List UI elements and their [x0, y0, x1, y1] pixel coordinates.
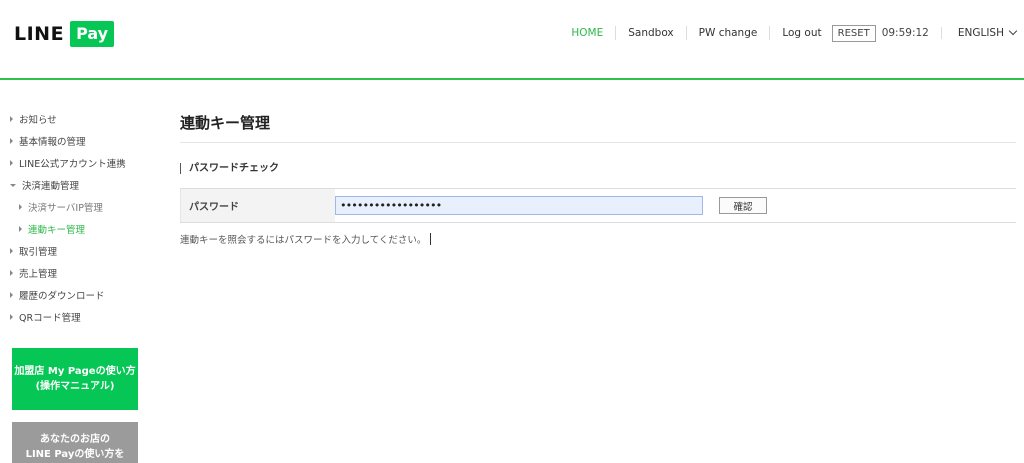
chevron-down-icon — [1008, 26, 1018, 36]
sidebar-item-sales[interactable]: 売上管理 — [10, 262, 150, 284]
sidebar-item-basic-info[interactable]: 基本情報の管理 — [10, 130, 150, 152]
manual-banner-line1: 加盟店 My Pageの使い方 — [14, 366, 136, 377]
triangle-right-icon — [10, 248, 13, 254]
help-text-row: 連動キーを照会するにはパスワードを入力してください。 — [180, 232, 1016, 246]
usage-guide-banner[interactable]: あなたのお店の LINE Payの使い方を — [12, 422, 138, 463]
session-reset-button[interactable]: RESET — [831, 24, 876, 42]
sidebar-item-label: QRコード管理 — [19, 313, 81, 324]
nav-pw-change-link[interactable]: PW change — [685, 26, 770, 40]
sidebar-item-history-download[interactable]: 履歴のダウンロード — [10, 284, 150, 306]
usage-guide-line2: LINE Payの使い方を — [25, 449, 125, 460]
triangle-right-icon — [10, 270, 13, 276]
sidebar-item-label: 取引管理 — [19, 247, 58, 258]
triangle-right-icon — [10, 160, 13, 166]
sidebar-menu: お知らせ 基本情報の管理 LINE公式アカウント連携 決済連動管理 決済サーバI… — [10, 108, 150, 328]
sidebar-item-label: 履歴のダウンロード — [19, 291, 105, 302]
sidebar-item-qr-code[interactable]: QRコード管理 — [10, 306, 150, 328]
triangle-right-icon — [10, 292, 13, 298]
sidebar-item-label: 決済サーバIP管理 — [28, 203, 103, 214]
sidebar-item-label: LINE公式アカウント連携 — [19, 159, 126, 170]
sidebar-item-transactions[interactable]: 取引管理 — [10, 240, 150, 262]
page-title: 連動キー管理 — [180, 112, 1016, 143]
sidebar-item-label: お知らせ — [19, 115, 57, 126]
triangle-right-icon — [10, 314, 13, 320]
top-nav: HOME Sandbox PW change Log out RESET 09:… — [559, 22, 1018, 44]
usage-guide-line1: あなたのお店の — [40, 434, 110, 445]
triangle-right-icon — [19, 226, 22, 232]
triangle-right-icon — [10, 138, 13, 144]
nav-sandbox-link[interactable]: Sandbox — [615, 26, 685, 40]
sidebar-item-line-official-account[interactable]: LINE公式アカウント連携 — [10, 152, 150, 174]
line-pay-logo[interactable]: LINE Pay — [14, 21, 115, 47]
sidebar-item-label: 基本情報の管理 — [19, 137, 86, 148]
main-content: 連動キー管理 パスワードチェック パスワード 確認 連動キーを照会するにはパスワ… — [180, 112, 1016, 246]
password-label: パスワード — [180, 189, 335, 222]
password-input[interactable] — [335, 196, 703, 215]
nav-logout-link[interactable]: Log out — [769, 26, 822, 40]
password-form-row: パスワード 確認 — [180, 188, 1016, 223]
language-label: ENGLISH — [957, 27, 1004, 39]
password-cell: 確認 — [335, 189, 1016, 222]
triangle-right-icon — [19, 204, 22, 210]
sidebar-item-label: 決済連動管理 — [22, 181, 80, 192]
sidebar-subitem-integration-key[interactable]: 連動キー管理 — [10, 218, 150, 240]
session-timer: 09:59:12 — [881, 27, 929, 39]
sidebar-item-payment-integration[interactable]: 決済連動管理 — [10, 174, 150, 196]
help-text: 連動キーを照会するにはパスワードを入力してください。 — [180, 235, 427, 246]
confirm-button[interactable]: 確認 — [719, 197, 767, 214]
sidebar-subitem-server-ip[interactable]: 決済サーバIP管理 — [10, 196, 150, 218]
manual-banner[interactable]: 加盟店 My Pageの使い方 (操作マニュアル) — [12, 348, 138, 410]
logo-line-text: LINE — [14, 23, 65, 45]
manual-banner-line2: (操作マニュアル) — [35, 381, 115, 392]
logo-pay-badge: Pay — [70, 21, 115, 47]
section-title: パスワードチェック — [180, 163, 1016, 174]
header: LINE Pay HOME Sandbox PW change Log out … — [0, 0, 1024, 80]
text-cursor-icon — [430, 233, 432, 245]
sidebar-item-label: 売上管理 — [19, 269, 58, 280]
nav-home-link[interactable]: HOME — [559, 26, 615, 40]
triangle-down-icon — [10, 183, 16, 187]
triangle-right-icon — [10, 116, 13, 122]
sidebar-item-label: 連動キー管理 — [28, 225, 86, 236]
sidebar-item-notices[interactable]: お知らせ — [10, 108, 150, 130]
language-selector[interactable]: ENGLISH — [940, 26, 1018, 39]
